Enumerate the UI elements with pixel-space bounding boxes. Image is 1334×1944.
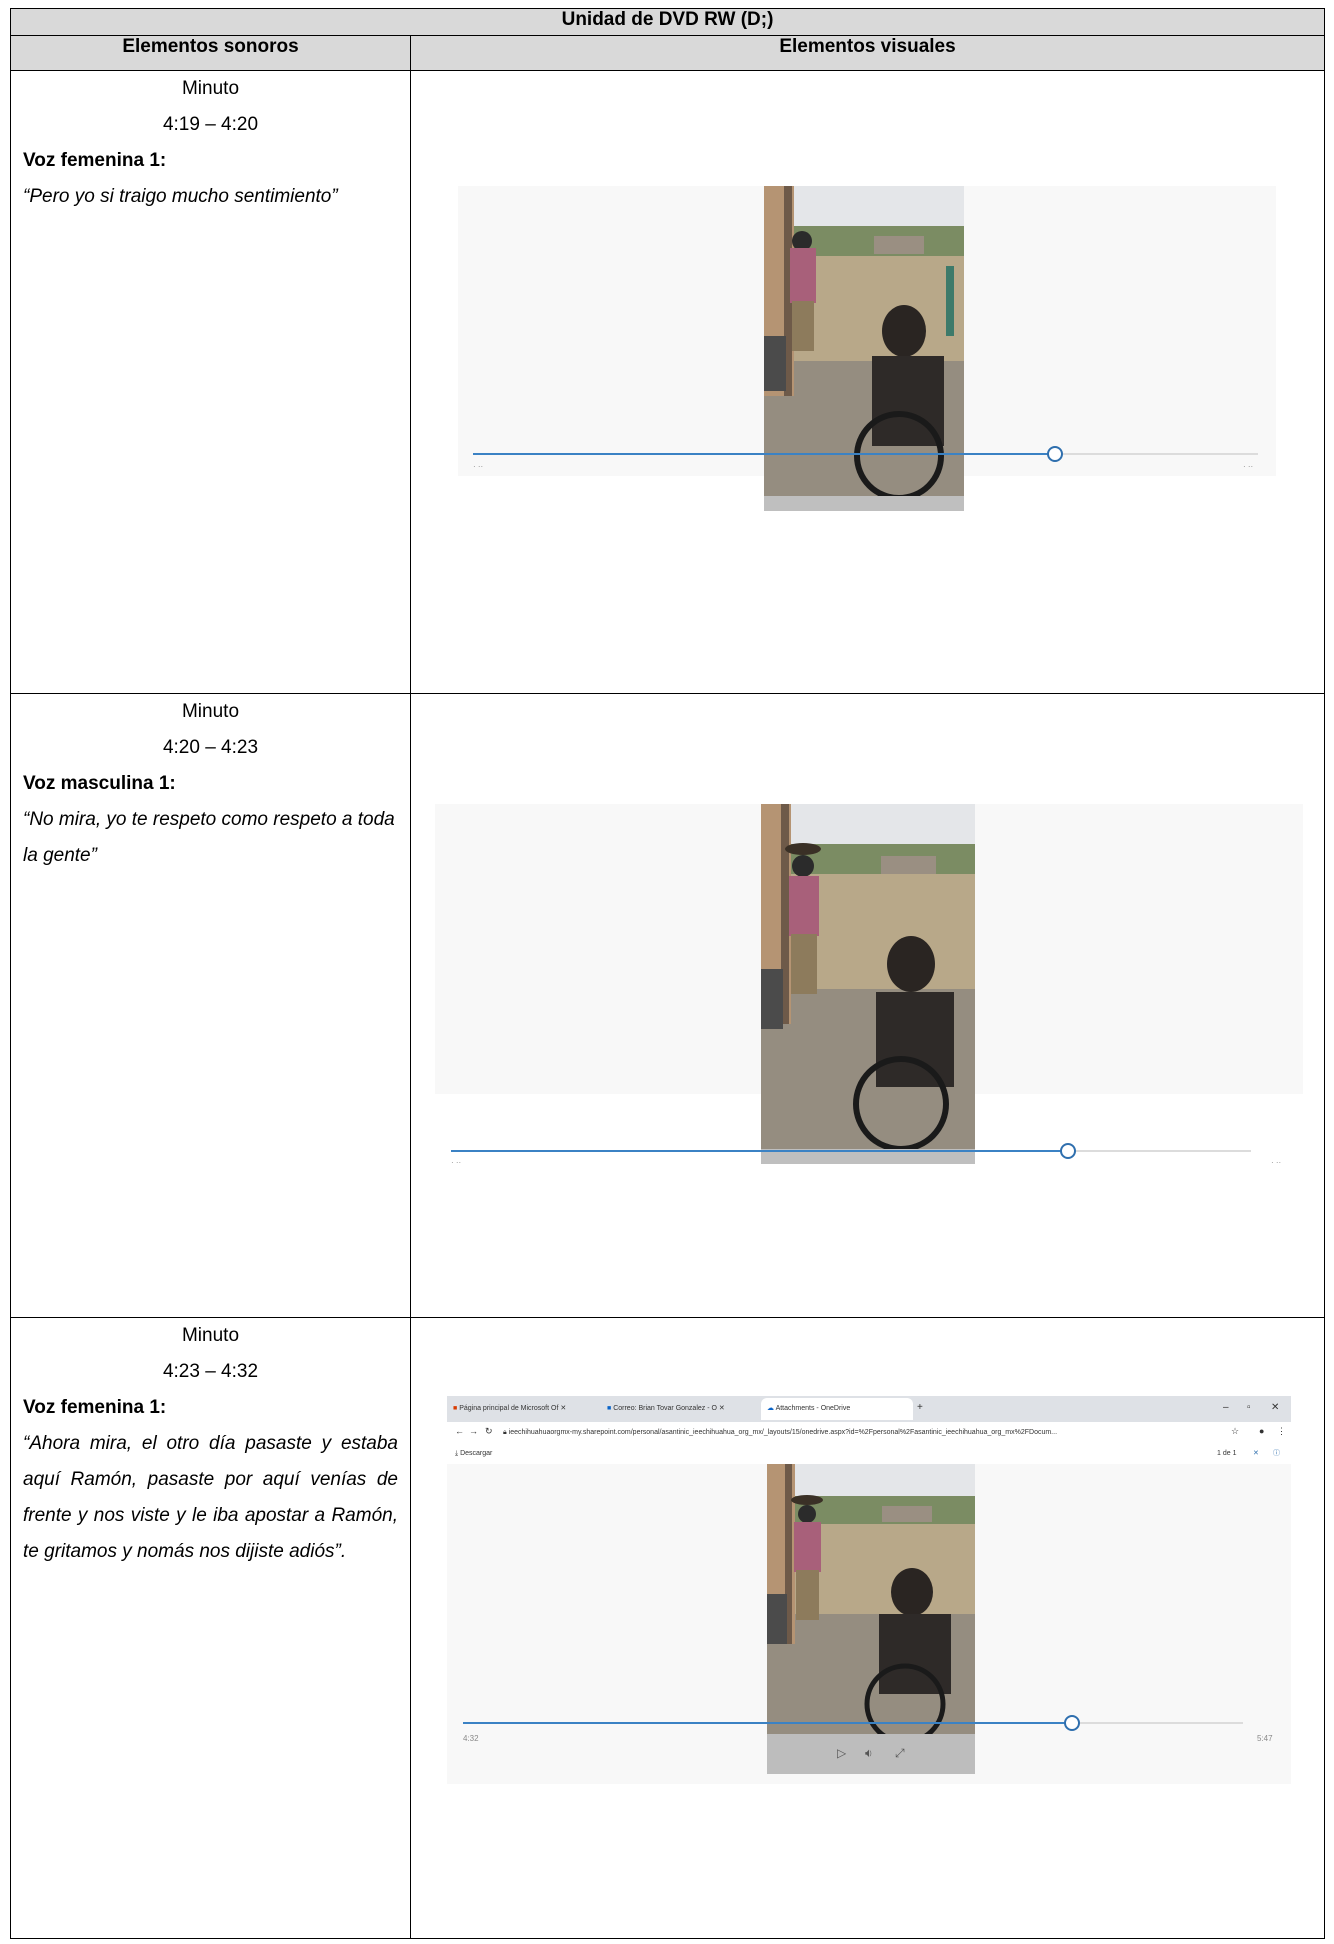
progress-fill (463, 1722, 1072, 1724)
outlook-icon: ■ (607, 1405, 612, 1412)
progress-knob[interactable] (1064, 1715, 1081, 1731)
audio-cell: Minuto 4:19 – 4:20 Voz femenina 1: “Pero… (10, 70, 411, 694)
info-icon[interactable]: ⓘ (1273, 1444, 1280, 1464)
progress-fill (473, 453, 1054, 455)
progress-knob[interactable] (1046, 446, 1063, 462)
progress-track[interactable] (463, 1722, 1243, 1724)
star-icon[interactable]: ☆ (1231, 1426, 1239, 1437)
minute-label: Minuto (181, 701, 240, 722)
time-current: 4:32 (463, 1734, 479, 1743)
viewer-toolbar: ⤓ Descargar 1 de 1 ✕ ⓘ (447, 1444, 1291, 1464)
browser-tab-active[interactable]: ☁ Attachments - OneDrive (761, 1398, 913, 1420)
fullscreen-icon[interactable]: ⤢ (895, 1746, 905, 1761)
visual-cell: ■ Página principal de Microsoft Of ✕ ■ C… (410, 1317, 1325, 1939)
volume-icon[interactable]: 🔉︎ (865, 1746, 873, 1761)
close-window-icon[interactable]: ✕ (1271, 1402, 1279, 1413)
onedrive-icon: ☁ (767, 1405, 774, 1412)
visual-cell: · ·· · ·· (410, 70, 1325, 694)
player-controls-bar: ▷ 🔉︎ ⤢ (767, 1734, 975, 1774)
download-icon: ⤓ (455, 1450, 459, 1457)
video-player-screenshot: · ·· · ·· (435, 804, 1303, 1167)
speaker-label: Voz femenina 1: (23, 150, 167, 171)
avatar[interactable]: ● (1259, 1426, 1264, 1436)
table-row: Minuto 4:19 – 4:20 Voz femenina 1: “Pero… (10, 70, 1325, 694)
close-icon[interactable]: ✕ (1253, 1444, 1259, 1464)
progress-fill (451, 1150, 1067, 1152)
video-player-screenshot: · ·· · ·· (458, 186, 1276, 511)
quote-text: “Ahora mira, el otro día pasaste y estab… (23, 1433, 398, 1562)
browser-tab-strip: ■ Página principal de Microsoft Of ✕ ■ C… (447, 1396, 1291, 1422)
speaker-label: Voz masculina 1: (23, 773, 176, 794)
video-frame-image (761, 804, 975, 1164)
transcript-table: Unidad de DVD RW (D;) Elementos sonoros … (10, 8, 1325, 1939)
lock-icon: 🔒︎ (503, 1429, 507, 1436)
header-audio-elements: Elementos sonoros (10, 35, 411, 71)
time-range: 4:23 – 4:32 (162, 1361, 259, 1382)
time-range: 4:19 – 4:20 (162, 114, 259, 135)
back-icon[interactable]: ← (455, 1426, 464, 1436)
office-icon: ■ (453, 1405, 458, 1412)
time-current: · ·· (451, 1158, 462, 1167)
audio-cell: Minuto 4:23 – 4:32 Voz femenina 1: “Ahor… (10, 1317, 411, 1939)
new-tab-icon[interactable]: + (917, 1402, 923, 1413)
browser-toolbar: ← → ↻ 🔒︎ ieechihuahuaorgmx-my.sharepoint… (447, 1422, 1291, 1445)
progress-knob[interactable] (1060, 1143, 1076, 1159)
quote-text: “Pero yo si traigo mucho sentimiento” (23, 186, 338, 207)
minimize-icon[interactable]: – (1223, 1402, 1229, 1413)
progress-track[interactable] (451, 1150, 1251, 1152)
time-range: 4:20 – 4:23 (162, 737, 259, 758)
play-icon[interactable]: ▷ (837, 1746, 846, 1760)
video-player-screenshot: ▷ 🔉︎ ⤢ 4:32 5:47 (447, 1464, 1291, 1784)
video-frame-image (767, 1464, 975, 1734)
table-row: Minuto 4:20 – 4:23 Voz masculina 1: “No … (10, 693, 1325, 1318)
maximize-icon[interactable]: ▫ (1247, 1402, 1251, 1413)
audio-cell: Minuto 4:20 – 4:23 Voz masculina 1: “No … (10, 693, 411, 1318)
address-bar[interactable]: 🔒︎ ieechihuahuaorgmx-my.sharepoint.com/p… (503, 1423, 1223, 1443)
forward-icon[interactable]: → (469, 1426, 478, 1436)
progress-track[interactable] (473, 453, 1258, 455)
table-title: Unidad de DVD RW (D;) (10, 8, 1325, 36)
quote-text: “No mira, yo te respeto como respeto a t… (23, 809, 395, 866)
browser-tab[interactable]: ■ Correo: Brian Tovar Gonzalez - O ✕ (607, 1398, 757, 1420)
minute-label: Minuto (181, 1325, 240, 1346)
page-count: 1 de 1 (1217, 1450, 1237, 1457)
menu-icon[interactable]: ⋮ (1277, 1426, 1286, 1437)
header-visual-elements: Elementos visuales (410, 35, 1325, 71)
speaker-label: Voz femenina 1: (23, 1397, 167, 1418)
minute-label: Minuto (181, 78, 240, 99)
visual-cell: · ·· · ·· (410, 693, 1325, 1318)
time-current: · ·· (473, 462, 484, 471)
video-frame-image (764, 186, 964, 511)
table-row: Minuto 4:23 – 4:32 Voz femenina 1: “Ahor… (10, 1317, 1325, 1939)
time-total: · ·· (1243, 462, 1254, 471)
download-button[interactable]: ⤓ Descargar (455, 1444, 492, 1464)
browser-tab[interactable]: ■ Página principal de Microsoft Of ✕ (453, 1398, 603, 1420)
time-total: 5:47 (1257, 1734, 1273, 1743)
time-total: · ·· (1271, 1158, 1282, 1167)
reload-icon[interactable]: ↻ (485, 1426, 493, 1437)
